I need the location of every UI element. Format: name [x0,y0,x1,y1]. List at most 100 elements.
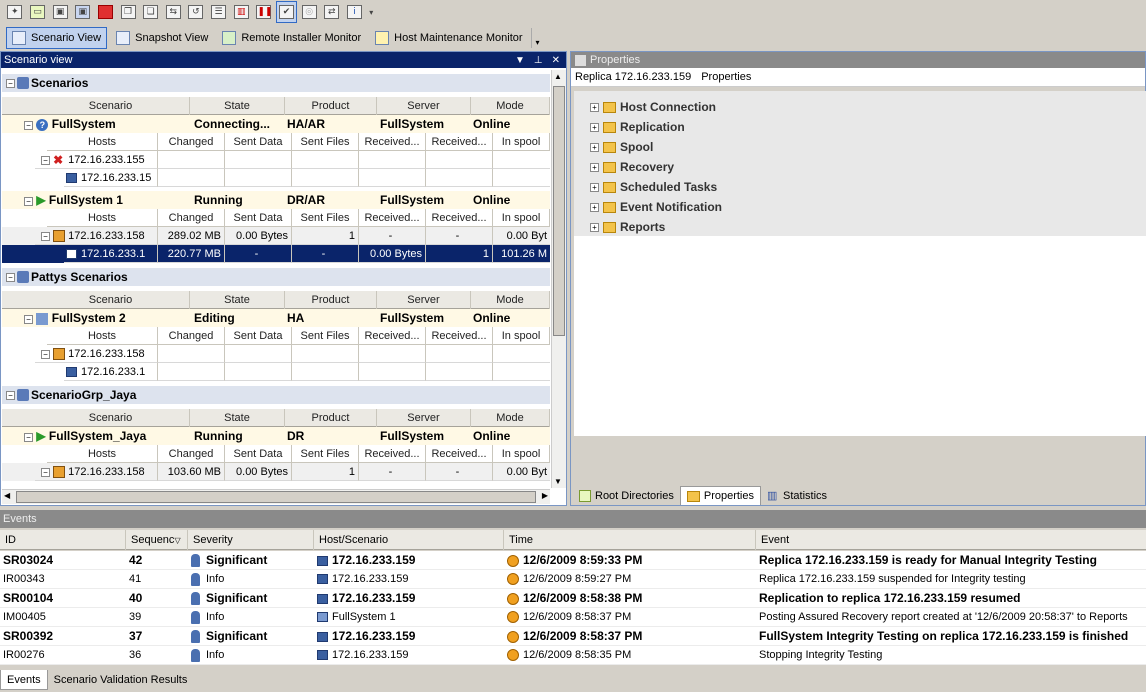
pause-icon[interactable]: ❚❚ [253,1,275,23]
event-row[interactable]: IR00276 36 Info 172.16.233.159 12/6/2009 8:5… [0,646,1146,665]
col-sequence[interactable]: Sequenc▽ [126,530,188,550]
close-icon[interactable]: ✕ [552,55,560,66]
col-server[interactable]: Server [377,291,471,309]
prop-scheduled-tasks[interactable]: + Scheduled Tasks [574,177,1146,197]
col-product[interactable]: Product [285,409,377,427]
pin-icon[interactable]: ⊥ [534,55,543,66]
integrity-icon[interactable]: ✔ [275,1,298,23]
viewbar-overflow-icon[interactable]: ▾ [531,28,543,48]
scenario-row[interactable]: − ▶ FullSystem_Jaya Running DR FullSyste… [2,427,550,445]
col-severity[interactable]: Severity [188,530,314,550]
tab-statistics[interactable]: ▥ Statistics [761,486,833,505]
col-time[interactable]: Time [504,530,756,550]
event-row[interactable]: SR00104 40 Significant 172.16.233.159 12/6/2… [0,589,1146,608]
group-row[interactable]: − Scenarios [2,74,550,92]
col-product[interactable]: Product [285,97,377,115]
scroll-left-icon[interactable]: ◀ [4,491,10,500]
collapse-icon[interactable]: − [24,197,33,206]
host-row[interactable]: 172.16.233.1 [2,363,550,381]
collapse-icon[interactable]: − [41,350,50,359]
scenario-row[interactable]: − FullSystem 2 Editing HA FullSystem Onl… [2,309,550,327]
collapse-icon[interactable]: − [6,390,15,400]
col-host-scenario[interactable]: Host/Scenario [314,530,504,550]
event-row[interactable]: SR00392 37 Significant 172.16.233.159 12/6/2… [0,627,1146,646]
col-scenario[interactable]: Scenario [32,291,190,309]
scroll-right-icon[interactable]: ▶ [542,491,548,500]
prop-recovery[interactable]: + Recovery [574,157,1146,177]
switch-icon[interactable]: ⇄ [321,1,343,23]
dropdown-icon[interactable]: ▼ [515,55,525,66]
collapse-icon[interactable]: − [24,121,33,130]
vertical-scrollbar[interactable]: ▲ ▼ [551,70,566,488]
collapse-icon[interactable]: − [24,433,33,442]
host-row[interactable]: − 172.16.233.158 289.02 MB 0.00 Bytes 1 … [2,227,550,245]
snapshot-view-button[interactable]: Snapshot View [111,27,213,49]
scenario-row[interactable]: − ▶ FullSystem 1 Running DR/AR FullSyste… [2,191,550,209]
host-row[interactable]: − ✖ 172.16.233.155 [2,151,550,169]
col-mode[interactable]: Mode [471,409,550,427]
save-all-icon[interactable]: ▣ [72,1,94,23]
prop-spool[interactable]: + Spool [574,137,1146,157]
expand-icon[interactable]: + [590,182,599,192]
prop-event-notification[interactable]: + Event Notification [574,197,1146,217]
remote-installer-monitor-button[interactable]: Remote Installer Monitor [217,27,366,49]
report-icon[interactable]: ☰ [208,1,230,23]
col-state[interactable]: State [190,97,285,115]
prop-reports[interactable]: + Reports [574,217,1146,237]
expand-icon[interactable]: + [590,162,599,172]
tab-root-directories[interactable]: Root Directories [573,486,680,505]
restore-icon[interactable]: ↺ [185,1,207,23]
scenario-row[interactable]: − ? FullSystem Connecting... HA/AR FullS… [2,115,550,133]
col-state[interactable]: State [190,291,285,309]
scroll-thumb[interactable] [553,86,565,336]
expand-icon[interactable]: + [590,122,599,132]
prop-replication[interactable]: + Replication [574,117,1146,137]
col-server[interactable]: Server [377,409,471,427]
expand-icon[interactable]: + [590,102,599,112]
toolbar-overflow-icon[interactable]: ▾ [366,1,376,23]
new-scenario-icon[interactable]: ✦ [4,1,26,23]
scroll-up-icon[interactable]: ▲ [554,72,562,81]
collapse-icon[interactable]: − [41,232,50,241]
host-row[interactable]: − 172.16.233.158 103.60 MB 0.00 Bytes 1 … [2,463,550,481]
new-group-icon[interactable]: ▭ [27,1,49,23]
col-product[interactable]: Product [285,291,377,309]
group-row[interactable]: − ScenarioGrp_Jaya [2,386,550,404]
col-scenario[interactable]: Scenario [32,409,190,427]
scroll-down-icon[interactable]: ▼ [554,477,562,486]
disabled-icon[interactable]: ◎ [298,1,320,23]
col-event[interactable]: Event [756,530,1146,550]
tab-properties[interactable]: Properties [679,486,761,505]
prop-host-connection[interactable]: + Host Connection [574,97,1146,117]
sync-icon[interactable]: ⇆ [162,1,184,23]
col-id[interactable]: ID [0,530,126,550]
collapse-icon[interactable]: − [41,468,50,477]
info-icon[interactable]: i [344,1,366,23]
expand-icon[interactable]: + [590,142,599,152]
copy-icon[interactable]: ❐ [117,1,139,23]
col-server[interactable]: Server [377,97,471,115]
tab-events[interactable]: Events [0,670,48,690]
expand-icon[interactable]: + [590,222,599,232]
chart-icon[interactable]: ▥ [230,1,252,23]
stop-icon[interactable] [95,1,117,23]
host-row-selected[interactable]: 172.16.233.1 220.77 MB - - 0.00 Bytes 1 … [2,245,550,263]
group-row[interactable]: − Pattys Scenarios [2,268,550,286]
host-row[interactable]: − 172.16.233.158 [2,345,550,363]
expand-icon[interactable]: + [590,202,599,212]
tab-scenario-validation-results[interactable]: Scenario Validation Results [48,670,194,690]
host-maintenance-monitor-button[interactable]: Host Maintenance Monitor [370,27,527,49]
host-row[interactable]: 172.16.233.15 [2,169,550,187]
col-scenario[interactable]: Scenario [32,97,190,115]
col-mode[interactable]: Mode [471,291,550,309]
save-icon[interactable]: ▣ [49,1,71,23]
paste-icon[interactable]: ❏ [140,1,162,23]
event-row[interactable]: IM00405 39 Info FullSystem 1 12/6/2009 8:58:… [0,608,1146,627]
event-row[interactable]: SR03024 42 Significant 172.16.233.159 12/6/2… [0,551,1146,570]
collapse-icon[interactable]: − [6,78,15,88]
col-mode[interactable]: Mode [471,97,550,115]
hscroll-thumb[interactable] [16,491,536,503]
collapse-icon[interactable]: − [24,315,33,324]
horizontal-scrollbar[interactable]: ◀ ▶ [2,489,550,504]
event-row[interactable]: IR00343 41 Info 172.16.233.159 12/6/2009 8:5… [0,570,1146,589]
